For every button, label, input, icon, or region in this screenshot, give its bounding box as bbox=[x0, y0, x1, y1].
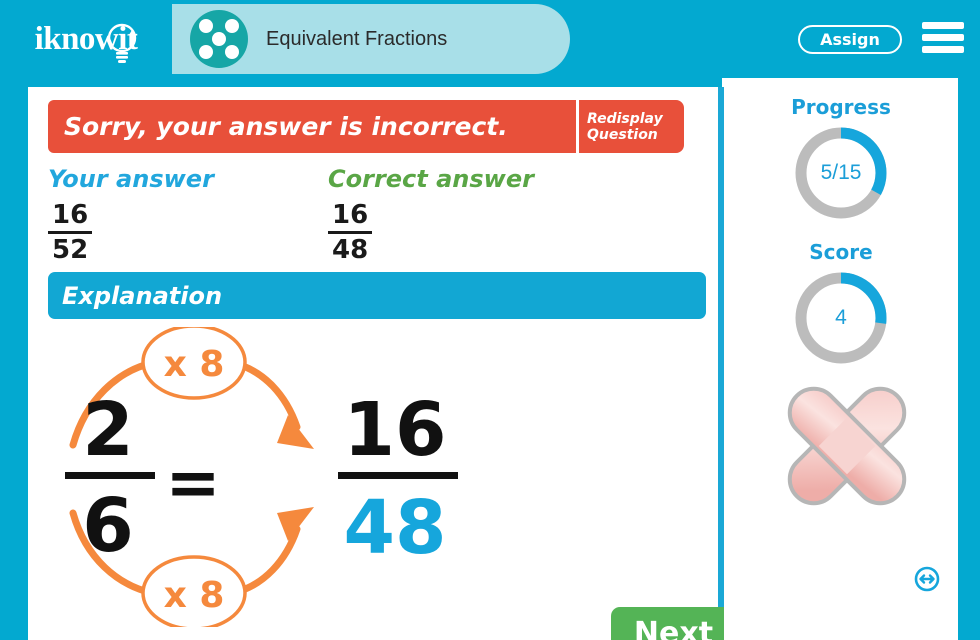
score-value: 4 bbox=[835, 306, 847, 329]
correct-answer-label: Correct answer bbox=[328, 165, 534, 193]
correct-answer-column: Correct answer 16 48 bbox=[328, 165, 534, 265]
bottom-multiplier-text: x 8 bbox=[164, 575, 225, 616]
status-sidebar: Progress 5/15 Score 4 bbox=[724, 87, 958, 640]
progress-widget: Progress 5/15 bbox=[724, 95, 958, 223]
redisplay-line-1: Redisplay bbox=[587, 110, 663, 127]
diagram-left-numerator: 2 bbox=[82, 387, 134, 473]
redisplay-line-2: Question bbox=[587, 126, 658, 143]
assign-button-label: Assign bbox=[820, 30, 880, 49]
five-dots-circle-icon bbox=[190, 10, 248, 68]
diagram-left-fraction-bar bbox=[65, 472, 155, 479]
progress-ring: 5/15 bbox=[791, 123, 891, 223]
brand-logo[interactable]: iknowit bbox=[0, 0, 172, 78]
fraction-bar bbox=[48, 231, 93, 235]
diagram-equals-sign: = bbox=[165, 444, 220, 521]
correct-answer-numerator: 16 bbox=[332, 200, 369, 230]
feedback-row: Sorry, your answer is incorrect. Redispl… bbox=[48, 100, 706, 153]
lesson-title-bar: Equivalent Fractions bbox=[172, 4, 570, 74]
next-button-label: Next bbox=[633, 615, 714, 640]
diagram-right-denominator: 48 bbox=[344, 485, 447, 571]
horizontal-resize-icon[interactable] bbox=[914, 566, 940, 592]
page-title: Equivalent Fractions bbox=[266, 27, 448, 50]
answers-section: Your answer 16 52 Correct answer 16 48 bbox=[48, 165, 706, 265]
score-ring: 4 bbox=[791, 268, 891, 368]
quiz-app: iknowit Equivalent Fractions Assign Sorr… bbox=[0, 0, 980, 640]
question-panel: Sorry, your answer is incorrect. Redispl… bbox=[28, 87, 736, 640]
explanation-header: Explanation bbox=[48, 272, 706, 319]
correct-answer-fraction: 16 48 bbox=[328, 200, 373, 266]
redisplay-question-button[interactable]: Redisplay Question bbox=[579, 100, 684, 153]
next-button[interactable]: Next bbox=[611, 607, 736, 640]
your-answer-fraction: 16 52 bbox=[48, 200, 93, 266]
explanation-heading: Explanation bbox=[62, 281, 223, 310]
progress-title: Progress bbox=[791, 95, 891, 119]
equivalent-fraction-diagram: x 8 x 8 2 6 = 16 48 bbox=[65, 327, 458, 627]
diagram-left-denominator: 6 bbox=[82, 483, 134, 569]
diagram-right-fraction-bar bbox=[338, 472, 458, 479]
app-header: iknowit Equivalent Fractions Assign bbox=[0, 0, 980, 78]
top-border bbox=[28, 78, 722, 87]
correct-answer-denominator: 48 bbox=[332, 235, 369, 266]
your-answer-denominator: 52 bbox=[52, 235, 89, 266]
verdict-text: Sorry, your answer is incorrect. bbox=[64, 112, 508, 141]
your-answer-numerator: 16 bbox=[52, 200, 89, 230]
lightbulb-icon bbox=[108, 23, 137, 63]
your-answer-label: Your answer bbox=[48, 165, 214, 193]
right-border bbox=[958, 78, 980, 640]
progress-value: 5/15 bbox=[820, 161, 862, 184]
assign-button[interactable]: Assign bbox=[798, 25, 902, 54]
score-widget: Score 4 bbox=[724, 240, 958, 368]
verdict-banner: Sorry, your answer is incorrect. bbox=[48, 100, 576, 153]
diagram-right-numerator: 16 bbox=[344, 387, 447, 473]
score-title: Score bbox=[809, 240, 873, 264]
incorrect-cross-icon bbox=[787, 386, 907, 506]
your-answer-column: Your answer 16 52 bbox=[48, 165, 214, 265]
top-multiplier-text: x 8 bbox=[164, 344, 225, 385]
explanation-body: x 8 x 8 2 6 = 16 48 bbox=[48, 327, 706, 640]
fraction-bar bbox=[328, 231, 373, 235]
hamburger-menu-icon[interactable] bbox=[922, 22, 964, 54]
left-border bbox=[0, 78, 28, 640]
